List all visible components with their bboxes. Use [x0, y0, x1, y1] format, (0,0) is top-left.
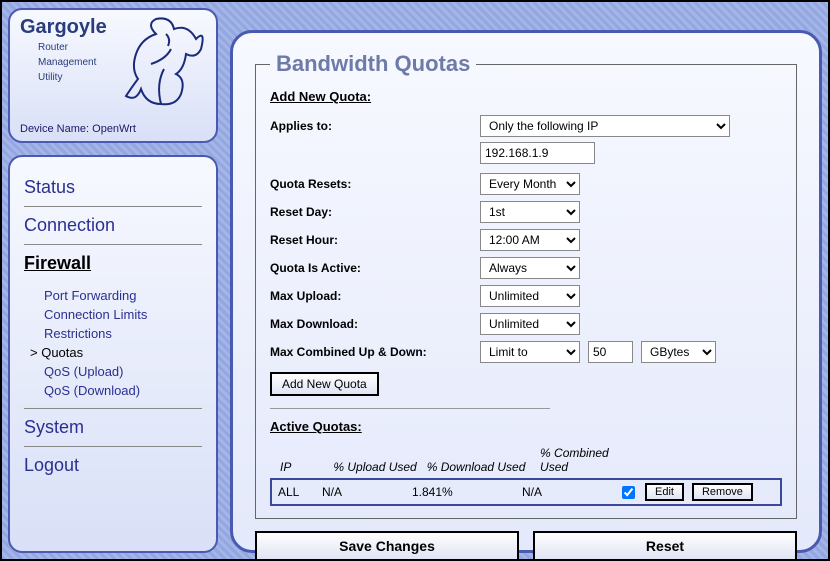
- quota-table-row: ALL N/A 1.841% N/A Edit Remove: [270, 478, 782, 506]
- select-max-upload[interactable]: Unlimited: [480, 285, 580, 307]
- nav-status[interactable]: Status: [24, 169, 202, 207]
- subnav-quotas[interactable]: Quotas: [44, 343, 202, 362]
- remove-button[interactable]: Remove: [692, 483, 753, 501]
- nav-system[interactable]: System: [24, 409, 202, 447]
- input-combined-value[interactable]: [588, 341, 633, 363]
- subnav-qos-download[interactable]: QoS (Download): [44, 381, 202, 400]
- label-max-download: Max Download:: [270, 317, 480, 331]
- nav-connection[interactable]: Connection: [24, 207, 202, 245]
- label-quota-resets: Quota Resets:: [270, 177, 480, 191]
- input-ip[interactable]: [480, 142, 595, 164]
- cell-download: 1.841%: [412, 485, 522, 499]
- subnav-qos-upload[interactable]: QoS (Upload): [44, 362, 202, 381]
- label-quota-active: Quota Is Active:: [270, 261, 480, 275]
- cell-combined: N/A: [522, 485, 622, 499]
- page-title: Bandwidth Quotas: [270, 51, 476, 77]
- subnav-connection-limits[interactable]: Connection Limits: [44, 305, 202, 324]
- row-checkbox[interactable]: [622, 486, 635, 499]
- col-combined: % Combined Used: [540, 446, 640, 474]
- add-new-quota-header: Add New Quota:: [270, 89, 782, 104]
- col-upload: % Upload Used: [333, 460, 423, 474]
- divider: [270, 408, 550, 409]
- subnav-port-forwarding[interactable]: Port Forwarding: [44, 286, 202, 305]
- cell-ip: ALL: [278, 485, 322, 499]
- label-reset-day: Reset Day:: [270, 205, 480, 219]
- label-reset-hour: Reset Hour:: [270, 233, 480, 247]
- col-download: % Download Used: [427, 460, 537, 474]
- select-quota-resets[interactable]: Every Month: [480, 173, 580, 195]
- label-max-upload: Max Upload:: [270, 289, 480, 303]
- label-applies-to: Applies to:: [270, 119, 480, 133]
- nav-firewall-sub: Port Forwarding Connection Limits Restri…: [24, 282, 202, 409]
- col-ip: IP: [280, 460, 330, 474]
- save-changes-button[interactable]: Save Changes: [255, 531, 519, 561]
- active-quotas-header: Active Quotas:: [270, 419, 782, 434]
- select-applies-to[interactable]: Only the following IP: [480, 115, 730, 137]
- nav-logout[interactable]: Logout: [24, 447, 202, 484]
- reset-button[interactable]: Reset: [533, 531, 797, 561]
- nav-panel: Status Connection Firewall Port Forwardi…: [8, 155, 218, 553]
- quota-table-header: IP % Upload Used % Download Used % Combi…: [270, 442, 782, 478]
- main-panel: Bandwidth Quotas Add New Quota: Applies …: [230, 30, 822, 553]
- select-combined-unit[interactable]: GBytes: [641, 341, 716, 363]
- gargoyle-icon: [116, 14, 206, 109]
- select-max-download[interactable]: Unlimited: [480, 313, 580, 335]
- logo-panel: Gargoyle Router Management Utility Devic…: [8, 8, 218, 143]
- add-new-quota-button[interactable]: Add New Quota: [270, 372, 379, 396]
- device-name: Device Name: OpenWrt: [20, 123, 136, 135]
- select-reset-day[interactable]: 1st: [480, 201, 580, 223]
- subnav-restrictions[interactable]: Restrictions: [44, 324, 202, 343]
- select-max-combined[interactable]: Limit to: [480, 341, 580, 363]
- cell-upload: N/A: [322, 485, 412, 499]
- quota-fieldset: Bandwidth Quotas Add New Quota: Applies …: [255, 51, 797, 519]
- edit-button[interactable]: Edit: [645, 483, 684, 501]
- label-max-combined: Max Combined Up & Down:: [270, 345, 480, 359]
- select-reset-hour[interactable]: 12:00 AM: [480, 229, 580, 251]
- nav-firewall[interactable]: Firewall: [24, 245, 202, 282]
- select-quota-active[interactable]: Always: [480, 257, 580, 279]
